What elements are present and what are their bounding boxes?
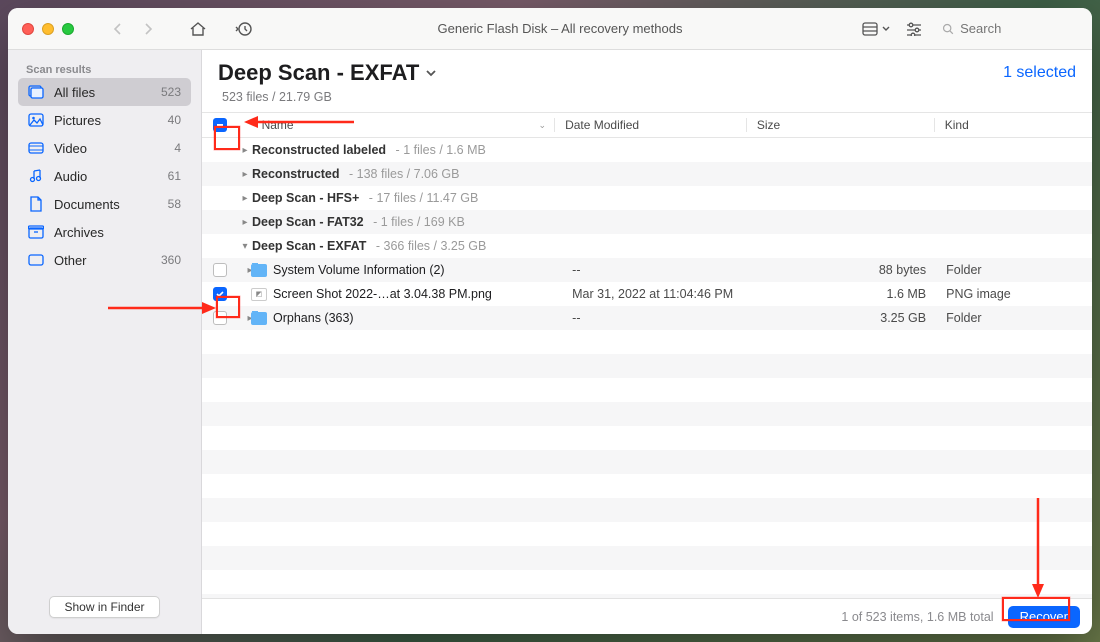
documents-icon	[28, 196, 44, 212]
disclosure-icon[interactable]: ▸	[238, 193, 252, 204]
results-list: ▸ Reconstructed labeled - 1 files / 1.6 …	[202, 138, 1092, 598]
footer-status: 1 of 523 items, 1.6 MB total	[841, 610, 993, 624]
sidebar-count: 61	[168, 169, 181, 183]
disclosure-icon[interactable]: ▸	[238, 217, 252, 228]
window-title: Generic Flash Disk – All recovery method…	[266, 21, 854, 36]
sidebar-label: Documents	[54, 197, 158, 212]
group-row[interactable]: ▸ Reconstructed - 138 files / 7.06 GB	[202, 162, 1092, 186]
content-subtitle: 523 files / 21.79 GB	[218, 86, 1003, 104]
nav-buttons	[104, 16, 162, 42]
sidebar-label: Archives	[54, 225, 171, 240]
home-button[interactable]	[184, 16, 212, 42]
sidebar-item-documents[interactable]: Documents 58	[18, 190, 191, 218]
content-title-text: Deep Scan - EXFAT	[218, 60, 419, 86]
disclosure-icon[interactable]: ▸	[238, 169, 252, 180]
file-row[interactable]: ◩Screen Shot 2022-…at 3.04.38 PM.png Mar…	[202, 282, 1092, 306]
show-in-finder-button[interactable]: Show in Finder	[49, 596, 159, 618]
file-row[interactable]: ▸ System Volume Information (2) -- 88 by…	[202, 258, 1092, 282]
folder-icon	[251, 264, 267, 277]
sidebar-count: 40	[168, 113, 181, 127]
chevron-down-icon	[425, 68, 437, 78]
main-panel: Deep Scan - EXFAT 523 files / 21.79 GB 1…	[202, 50, 1092, 634]
search-field[interactable]	[938, 17, 1078, 41]
close-window-button[interactable]	[22, 23, 34, 35]
video-icon	[28, 140, 44, 156]
sidebar-item-audio[interactable]: Audio 61	[18, 162, 191, 190]
forward-button[interactable]	[134, 16, 162, 42]
footer-bar: 1 of 523 items, 1.6 MB total Recover	[202, 598, 1092, 634]
sidebar-header: Scan results	[18, 60, 191, 78]
select-all-checkbox[interactable]	[213, 118, 227, 132]
recover-button[interactable]: Recover	[1008, 606, 1080, 628]
sidebar-label: Video	[54, 141, 164, 156]
sidebar-item-archives[interactable]: Archives	[18, 218, 191, 246]
pictures-icon	[28, 112, 44, 128]
column-name[interactable]: Name ⌄	[238, 118, 554, 132]
audio-icon	[28, 168, 44, 184]
sidebar-label: Other	[54, 253, 151, 268]
filter-button[interactable]	[900, 16, 928, 42]
back-button[interactable]	[104, 16, 132, 42]
titlebar: Generic Flash Disk – All recovery method…	[8, 8, 1092, 50]
fullscreen-window-button[interactable]	[62, 23, 74, 35]
content-title[interactable]: Deep Scan - EXFAT	[218, 60, 1003, 86]
column-date[interactable]: Date Modified	[554, 118, 746, 132]
table-header: Name ⌄ Date Modified Size Kind	[202, 112, 1092, 138]
group-row[interactable]: ▸ Deep Scan - FAT32 - 1 files / 169 KB	[202, 210, 1092, 234]
sidebar: Scan results All files 523 Pictures 40 V…	[8, 50, 202, 634]
sort-caret-icon: ⌄	[539, 120, 547, 131]
sidebar-count: 360	[161, 253, 181, 267]
other-icon	[28, 252, 44, 268]
sidebar-label: Audio	[54, 169, 158, 184]
row-checkbox[interactable]	[213, 287, 227, 301]
sidebar-item-video[interactable]: Video 4	[18, 134, 191, 162]
search-input[interactable]	[960, 21, 1078, 36]
traffic-lights	[22, 23, 74, 35]
disclosure-icon[interactable]: ▸	[237, 265, 251, 276]
disclosure-icon[interactable]: ▸	[238, 145, 252, 156]
sidebar-count: 523	[161, 85, 181, 99]
column-kind[interactable]: Kind	[934, 118, 1092, 132]
image-file-icon: ◩	[251, 288, 267, 301]
column-size[interactable]: Size	[746, 118, 934, 132]
disclosure-icon[interactable]: ▸	[237, 313, 251, 324]
row-checkbox[interactable]	[213, 263, 227, 277]
file-row[interactable]: ▸ Orphans (363) -- 3.25 GB Folder	[202, 306, 1092, 330]
group-row[interactable]: ▸ Reconstructed labeled - 1 files / 1.6 …	[202, 138, 1092, 162]
view-mode-selector[interactable]	[862, 22, 890, 36]
minimize-window-button[interactable]	[42, 23, 54, 35]
allfiles-icon	[28, 84, 44, 100]
content-header: Deep Scan - EXFAT 523 files / 21.79 GB 1…	[202, 50, 1092, 112]
group-row[interactable]: ▾ Deep Scan - EXFAT - 366 files / 3.25 G…	[202, 234, 1092, 258]
row-checkbox[interactable]	[213, 311, 227, 325]
sidebar-item-other[interactable]: Other 360	[18, 246, 191, 274]
sidebar-label: All files	[54, 85, 151, 100]
sidebar-count: 4	[174, 141, 181, 155]
sidebar-count: 58	[168, 197, 181, 211]
sidebar-item-pictures[interactable]: Pictures 40	[18, 106, 191, 134]
archives-icon	[28, 224, 44, 240]
selection-count: 1 selected	[1003, 60, 1076, 82]
sidebar-item-all-files[interactable]: All files 523	[18, 78, 191, 106]
disclosure-icon[interactable]: ▾	[238, 241, 252, 252]
sidebar-label: Pictures	[54, 113, 158, 128]
group-row[interactable]: ▸ Deep Scan - HFS+ - 17 files / 11.47 GB	[202, 186, 1092, 210]
search-icon	[942, 22, 954, 36]
history-button[interactable]	[230, 16, 258, 42]
folder-icon	[251, 312, 267, 325]
